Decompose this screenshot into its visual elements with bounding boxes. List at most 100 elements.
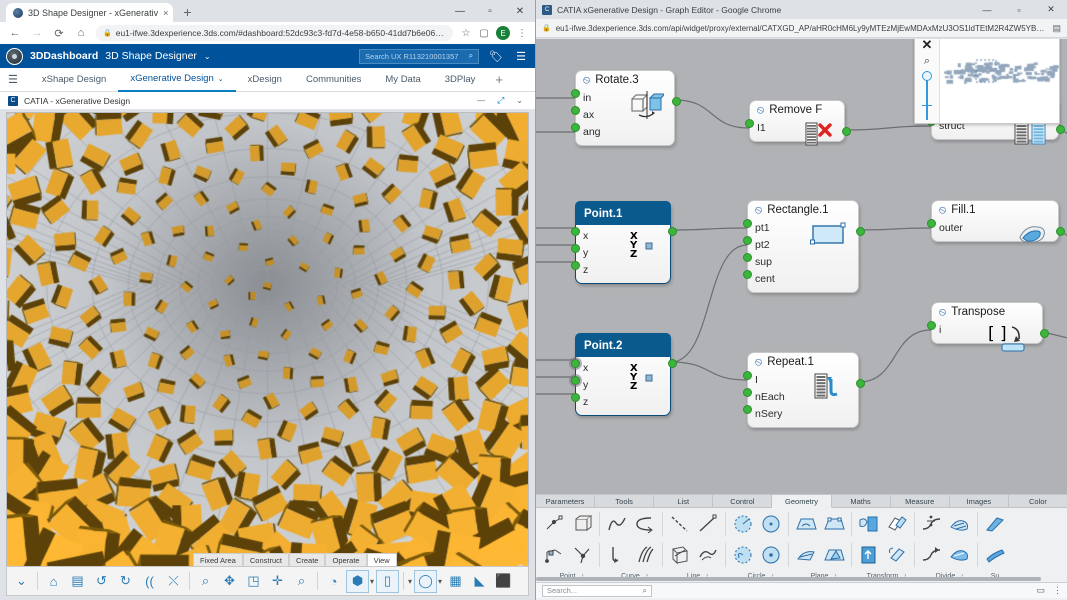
sphere-view-icon[interactable]: ◯ — [414, 569, 437, 593]
search-icon[interactable]: ⌕ — [643, 586, 647, 596]
graph-node-transpose[interactable]: ⦸ Transpose i [ ] — [927, 302, 1049, 352]
port-connector-dot[interactable] — [743, 236, 752, 245]
cylinder-view-icon[interactable]: ▯ — [376, 569, 399, 593]
graph-node-rectangle-1[interactable]: ⦸ Rectangle.1 pt1 pt2 sup cent — [743, 200, 865, 293]
circle-dashed-icon[interactable] — [729, 540, 757, 569]
dropdown-dot-icon[interactable]: ▾ — [408, 577, 413, 586]
tab-xdesign[interactable]: xDesign — [236, 68, 294, 92]
toolbar-tab-measure[interactable]: Measure — [890, 495, 950, 508]
port-connector-dot[interactable] — [571, 261, 580, 270]
node-output-port[interactable] — [856, 227, 865, 236]
maximize-button[interactable]: ▫ — [475, 0, 505, 22]
tab-3dplay[interactable]: 3DPlay — [433, 68, 488, 92]
port-connector-dot[interactable] — [743, 253, 752, 262]
port-connector-dot[interactable] — [743, 219, 752, 228]
light-icon[interactable]: ◣ — [468, 570, 491, 593]
transform-mirror-icon[interactable] — [883, 509, 911, 538]
port-connector-dot[interactable] — [571, 393, 580, 402]
pan-icon[interactable]: ✛ — [266, 570, 289, 593]
toolbar-tab-control[interactable]: Control — [713, 495, 773, 508]
plane-offset-icon[interactable] — [820, 509, 848, 538]
circle-center-icon[interactable] — [757, 540, 785, 569]
port-connector-dot[interactable] — [743, 388, 752, 397]
divide-curve-icon[interactable] — [918, 540, 946, 569]
console-icon[interactable]: ▭ — [1036, 585, 1045, 596]
home-icon[interactable]: ⌂ — [70, 23, 92, 43]
port-connector-dot[interactable] — [571, 227, 580, 236]
broadcast-icon[interactable]: (( — [138, 570, 161, 593]
chevron-down-icon[interactable]: ⌄ — [204, 52, 211, 61]
graph-node-remove-f[interactable]: ⦸ Remove F I1 — [745, 100, 851, 146]
toolbar-tab-parameters[interactable]: Parameters — [536, 495, 596, 508]
surface-fill-icon[interactable] — [946, 540, 974, 569]
hamburger-icon[interactable]: ☰ — [513, 50, 529, 63]
minimap-panel[interactable]: ✕ ⌕ — [914, 39, 1060, 124]
toolbar-tab-images[interactable]: Images — [949, 495, 1009, 508]
fit-all-icon[interactable]: ✥ — [218, 570, 241, 593]
app-collapse-icon[interactable]: ⌄ — [516, 96, 523, 105]
port-connector-dot[interactable] — [927, 219, 936, 228]
minimap-canvas[interactable] — [940, 39, 1059, 123]
tab-my-data[interactable]: My Data — [373, 68, 432, 92]
graph-node-repeat-1[interactable]: ⦸ Repeat.1 InEach nSery — [743, 352, 865, 428]
app-minimize-icon[interactable]: — — [477, 96, 485, 105]
transform-rotate-icon[interactable] — [883, 540, 911, 569]
undo-icon[interactable]: ↺ — [90, 570, 113, 593]
graph-node-fill-1[interactable]: ⦸ Fill.1 outer — [927, 200, 1065, 243]
more-options-icon[interactable]: ⋮ — [1053, 585, 1062, 596]
port-connector-dot[interactable] — [745, 119, 754, 128]
line-spiral-icon[interactable] — [694, 540, 722, 569]
port-connector-dot[interactable] — [927, 321, 936, 330]
graph-editor-canvas[interactable]: ⦸Rotate.3inaxang ⦸Remove FI1 ⦸Flatten.1s… — [536, 39, 1067, 494]
close-button[interactable]: ✕ — [1035, 0, 1067, 19]
browser-menu-icon[interactable]: ⋮ — [513, 28, 531, 39]
grid-icon[interactable]: ▦ — [444, 570, 467, 593]
viewport-tab-create[interactable]: Create — [288, 553, 326, 566]
viewport-tab-view[interactable]: View — [366, 553, 397, 566]
circle-icon[interactable] — [757, 509, 785, 538]
node-output-port[interactable] — [672, 97, 681, 106]
visibility-eye-icon[interactable]: ⦸ — [937, 305, 948, 319]
line-icon[interactable] — [694, 509, 722, 538]
graph-node-point-1[interactable]: Point.1 x y z X Y Z — [571, 201, 677, 284]
plane-tangent-icon[interactable] — [792, 540, 820, 569]
node-title-bar[interactable]: Point.2 — [575, 333, 671, 357]
search-input[interactable]: Search... ⌕ — [542, 584, 652, 597]
port-connector-dot[interactable] — [743, 270, 752, 279]
visibility-eye-icon[interactable]: ⦸ — [581, 73, 592, 87]
node-output-port[interactable] — [856, 379, 865, 388]
visibility-eye-icon[interactable]: ⦸ — [937, 203, 948, 217]
dropdown-dot-icon[interactable]: ▾ — [370, 577, 375, 586]
redo-icon[interactable]: ↻ — [114, 570, 137, 593]
toolbar-tab-color[interactable]: Color — [1008, 495, 1067, 508]
chevron-down-icon[interactable]: ⌄ — [218, 75, 224, 83]
app-expand-icon[interactable]: ⤢ — [497, 95, 504, 106]
viewport-expand-arrow-icon[interactable]: › — [8, 218, 11, 229]
port-connector-dot[interactable] — [571, 89, 580, 98]
shading-icon[interactable]: ⬢ — [346, 569, 369, 593]
tab-menu-icon[interactable]: ☰ — [8, 73, 18, 86]
node-output-port[interactable] — [1056, 227, 1065, 236]
close-button[interactable]: ✕ — [505, 0, 535, 22]
node-input-port[interactable]: nSery — [755, 405, 850, 422]
rotate-view-icon[interactable]: ◳ — [242, 570, 265, 593]
port-connector-dot[interactable] — [571, 244, 580, 253]
line-dashed-icon[interactable] — [666, 509, 694, 538]
back-icon[interactable]: ← — [4, 23, 26, 43]
compass-icon[interactable] — [6, 47, 23, 65]
tag-icon[interactable]: 🏷 — [486, 50, 506, 63]
toolbar-tab-list[interactable]: List — [654, 495, 714, 508]
point-intersect-icon[interactable] — [568, 540, 596, 569]
address-bar[interactable]: 🔒 eu1-ifwe.3dexperience.3ds.com/#dashboa… — [96, 25, 453, 41]
toolbar-tab-geometry[interactable]: Geometry — [772, 495, 832, 508]
surface-sweep-icon[interactable] — [981, 540, 1009, 569]
node-input-port[interactable]: sup — [755, 253, 850, 270]
close-icon[interactable]: ✕ — [922, 39, 933, 52]
zoom-icon[interactable]: ⌕ — [290, 570, 313, 593]
slider-knob[interactable] — [922, 71, 932, 81]
transform-scale-icon[interactable] — [855, 540, 883, 569]
transform-translate-icon[interactable] — [855, 509, 883, 538]
port-connector-dot[interactable] — [743, 371, 752, 380]
port-connector-dot[interactable] — [571, 123, 580, 132]
search-icon[interactable]: ⌕ — [469, 51, 473, 61]
